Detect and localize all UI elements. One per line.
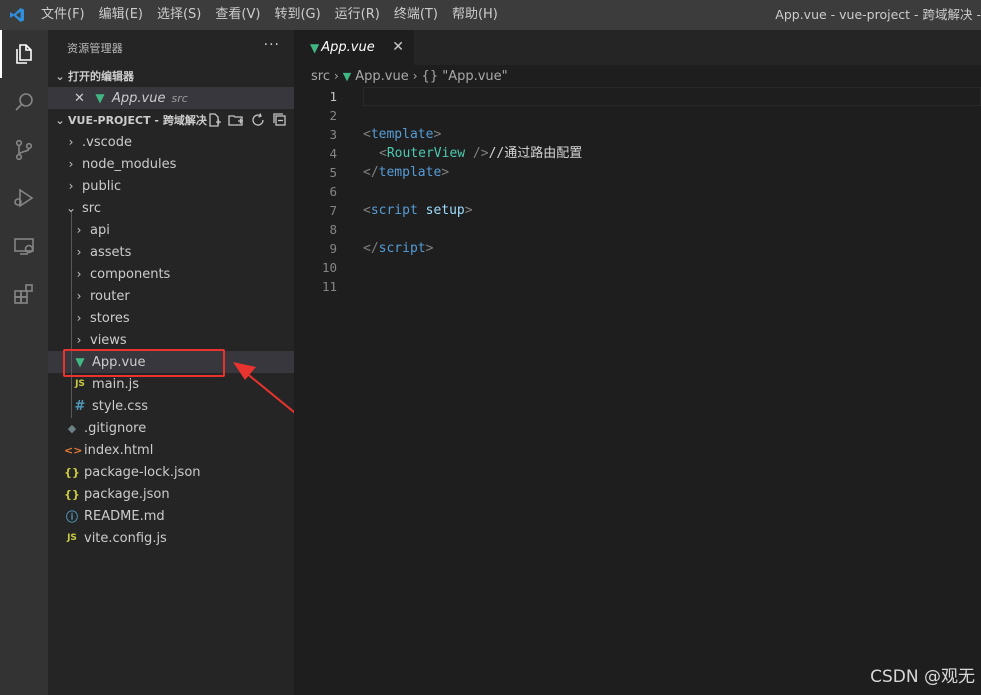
breadcrumb-src[interactable]: src (311, 69, 330, 84)
tab-app-vue[interactable]: ▼ App.vue ✕ (294, 30, 414, 65)
editor-tabs: ▼ App.vue ✕ (294, 30, 981, 65)
code-token: template (370, 127, 434, 142)
code-editor[interactable]: 1 2 3 <template> 4 <RouterView />//通过路由配… (294, 87, 981, 695)
code-text: </template> (363, 163, 449, 182)
code-token: < (363, 127, 371, 142)
code-line: 8 (294, 220, 981, 239)
code-token: < (363, 203, 371, 218)
code-line: 2 (294, 106, 981, 125)
chevron-right-icon: › (333, 69, 339, 83)
code-token: //通过路由配置 (488, 146, 583, 161)
code-token: > (425, 241, 434, 256)
code-line: 3 <template> (294, 125, 981, 144)
code-line: 10 (294, 258, 981, 277)
breadcrumb: src › ▼ App.vue › {} "App.vue" (294, 65, 981, 87)
code-line: 1 (294, 87, 981, 106)
code-token: /> (465, 146, 489, 161)
code-text: <template> (363, 125, 441, 144)
line-number: 10 (321, 260, 337, 275)
line-number: 7 (329, 203, 337, 218)
line-number: 2 (329, 108, 337, 123)
vue-file-icon: ▼ (310, 40, 320, 55)
code-token: script (378, 241, 426, 256)
line-number: 3 (329, 127, 337, 142)
code-line: 11 (294, 277, 981, 296)
line-number: 11 (321, 279, 337, 294)
breadcrumb-file[interactable]: App.vue (355, 69, 408, 84)
code-token: > (464, 203, 473, 218)
line-number: 9 (329, 241, 337, 256)
breadcrumb-symbol[interactable]: {} "App.vue" (422, 69, 508, 84)
code-line: 6 (294, 182, 981, 201)
code-text: <script setup> (363, 201, 473, 220)
code-token: </ (363, 241, 379, 256)
code-token: < (379, 146, 387, 161)
code-token: setup (425, 203, 465, 218)
code-line: 5 </template> (294, 163, 981, 182)
code-text: <RouterView />//通过路由配置 (379, 144, 582, 163)
tab-label: App.vue (321, 40, 375, 55)
code-token: script (370, 203, 418, 218)
line-number: 5 (329, 165, 337, 180)
code-token: </ (363, 165, 379, 180)
close-icon[interactable]: ✕ (392, 30, 404, 65)
code-token: RouterView (386, 146, 466, 161)
code-text: </script> (363, 239, 433, 258)
code-line: 9 </script> (294, 239, 981, 258)
line-number: 6 (329, 184, 337, 199)
code-line: 4 <RouterView />//通过路由配置 (294, 144, 981, 163)
line-number: 4 (329, 146, 337, 161)
code-token: > (441, 165, 450, 180)
current-line-highlight (363, 87, 981, 106)
code-token: > (433, 127, 442, 142)
code-token: template (378, 165, 442, 180)
chevron-right-icon: › (412, 69, 418, 83)
line-number: 8 (329, 222, 337, 237)
line-number: 1 (329, 89, 337, 104)
code-line: 7 <script setup> (294, 201, 981, 220)
watermark: CSDN @观无 (870, 667, 975, 687)
vue-file-icon: ▼ (342, 69, 352, 83)
